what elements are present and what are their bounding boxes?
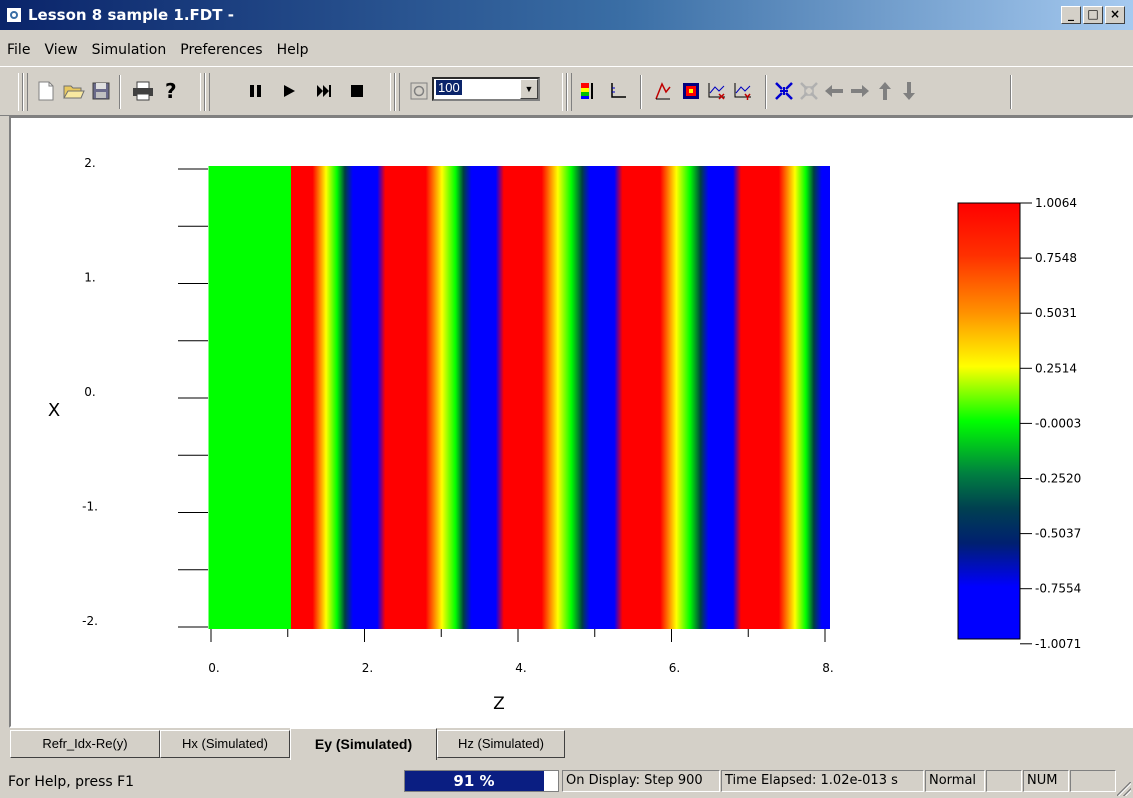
y-axis: 2. 1. 0. -1. -2. [82, 156, 209, 631]
y-tick-label: 0. [84, 385, 95, 399]
menu-file[interactable]: File [0, 39, 37, 63]
zoom-out-icon[interactable] [797, 79, 821, 103]
menu-view[interactable]: View [37, 39, 84, 63]
y-tick-label: -2. [82, 614, 98, 628]
pan-right-icon[interactable] [848, 79, 872, 103]
field-plot-area[interactable]: 2. 1. 0. -1. -2. 0. 2. 4. 6. 8. X Z 1.0064 0.7548… [9, 116, 1133, 728]
y-tick-label: 1. [84, 271, 95, 285]
toolbar-grip[interactable] [567, 73, 572, 111]
status-display-step: On Display: Step 900 [562, 770, 720, 792]
menu-simulation[interactable]: Simulation [85, 39, 174, 63]
toolbar-grip[interactable] [395, 73, 400, 111]
progress-text: 91 % [453, 772, 495, 790]
field-region-wave [291, 166, 830, 629]
menu-preferences[interactable]: Preferences [173, 39, 269, 63]
x-tick-label: 4. [515, 661, 526, 675]
field-plot: 2. 1. 0. -1. -2. 0. 2. 4. 6. 8. X Z 1.0064 0.7548… [48, 156, 1082, 714]
toolbar-separator [119, 75, 121, 109]
field-map-icon[interactable] [679, 79, 703, 103]
x-tick-label: 0. [208, 661, 219, 675]
save-icon[interactable] [89, 79, 113, 103]
tab-hz-simulated[interactable]: Hz (Simulated) [437, 730, 565, 758]
refresh-icon[interactable] [407, 79, 431, 103]
progress-bar: 91 % [404, 770, 559, 792]
maximize-button[interactable]: □ [1083, 6, 1103, 24]
zoom-in-icon[interactable] [772, 79, 796, 103]
help-icon[interactable]: ? [159, 79, 183, 103]
status-help-text: For Help, press F1 [8, 774, 135, 790]
menu-help[interactable]: Help [270, 39, 316, 63]
graph-y-icon[interactable] [731, 79, 755, 103]
y-tick-label: -1. [82, 500, 98, 514]
toolbar-separator [1010, 75, 1012, 109]
zoom-combobox[interactable]: 100 ▼ [432, 77, 540, 101]
colorbar-tick-label: 0.7548 [1035, 251, 1077, 265]
colorbar-tick-label: -0.0003 [1035, 416, 1081, 430]
step-forward-icon[interactable] [312, 79, 336, 103]
app-icon[interactable] [6, 7, 22, 23]
x-axis: 0. 2. 4. 6. 8. [208, 629, 834, 675]
status-mode: Normal [925, 770, 985, 792]
colorbar-tick-label: -0.2520 [1035, 472, 1081, 486]
menu-bar: File View Simulation Preferences Help [0, 39, 1133, 63]
title-bar: Lesson 8 sample 1.FDT - _ □ × [0, 0, 1133, 30]
chevron-down-icon[interactable]: ▼ [520, 79, 538, 99]
line-plot-icon[interactable] [651, 79, 675, 103]
toolbar-separator [765, 75, 767, 109]
y-tick-label: 2. [84, 156, 95, 170]
tab-ey-simulated[interactable]: Ey (Simulated) [290, 728, 437, 760]
colorbar-tick-label: 1.0064 [1035, 196, 1077, 210]
field-region-uniform [208, 166, 291, 629]
toolbar-grip[interactable] [205, 73, 210, 111]
open-folder-icon[interactable] [62, 79, 86, 103]
colorbar-tick-label: 0.5031 [1035, 306, 1077, 320]
tab-hx-simulated[interactable]: Hx (Simulated) [160, 730, 290, 758]
tab-bar: Refr_Idx-Re(y) Hx (Simulated) Ey (Simula… [0, 728, 1133, 762]
status-blank-pane [986, 770, 1022, 792]
x-tick-label: 8. [822, 661, 833, 675]
print-icon[interactable] [131, 79, 155, 103]
colorbar-tick-label: -0.5037 [1035, 527, 1081, 541]
pan-left-icon[interactable] [822, 79, 846, 103]
svg-text:?: ? [165, 80, 177, 102]
axes-icon[interactable] [606, 79, 630, 103]
colormap-icon[interactable] [577, 79, 601, 103]
x-tick-label: 2. [362, 661, 373, 675]
toolbar-separator [640, 75, 642, 109]
zoom-value: 100 [436, 80, 462, 95]
pause-icon[interactable] [244, 79, 268, 103]
graph-x-icon[interactable] [705, 79, 729, 103]
pan-down-icon[interactable] [897, 79, 921, 103]
tab-refr-idx[interactable]: Refr_Idx-Re(y) [10, 730, 160, 758]
x-tick-label: 6. [669, 661, 680, 675]
toolbar: ? [0, 66, 1133, 116]
play-icon[interactable] [277, 79, 301, 103]
minimize-button[interactable]: _ [1061, 6, 1081, 24]
status-num: NUM [1023, 770, 1069, 792]
colorbar-tick-label: -0.7554 [1035, 582, 1081, 596]
stop-icon[interactable] [345, 79, 369, 103]
status-time-elapsed: Time Elapsed: 1.02e-013 s [721, 770, 924, 792]
colorbar [957, 202, 1021, 640]
pan-up-icon[interactable] [873, 79, 897, 103]
colorbar-tick-label: -1.0071 [1035, 637, 1081, 651]
colorbar-tick-label: 0.2514 [1035, 361, 1077, 375]
close-button[interactable]: × [1105, 6, 1125, 24]
toolbar-grip[interactable] [23, 73, 28, 111]
new-file-icon[interactable] [34, 79, 58, 103]
resize-grip[interactable] [1117, 782, 1131, 796]
x-axis-label: Z [493, 694, 505, 714]
y-axis-label: X [48, 400, 60, 421]
window-title: Lesson 8 sample 1.FDT - [28, 6, 234, 24]
colorbar-ticks: 1.0064 0.7548 0.5031 0.2514 -0.0003 -0.2520 -0… [1020, 196, 1081, 651]
status-blank-pane [1070, 770, 1116, 792]
